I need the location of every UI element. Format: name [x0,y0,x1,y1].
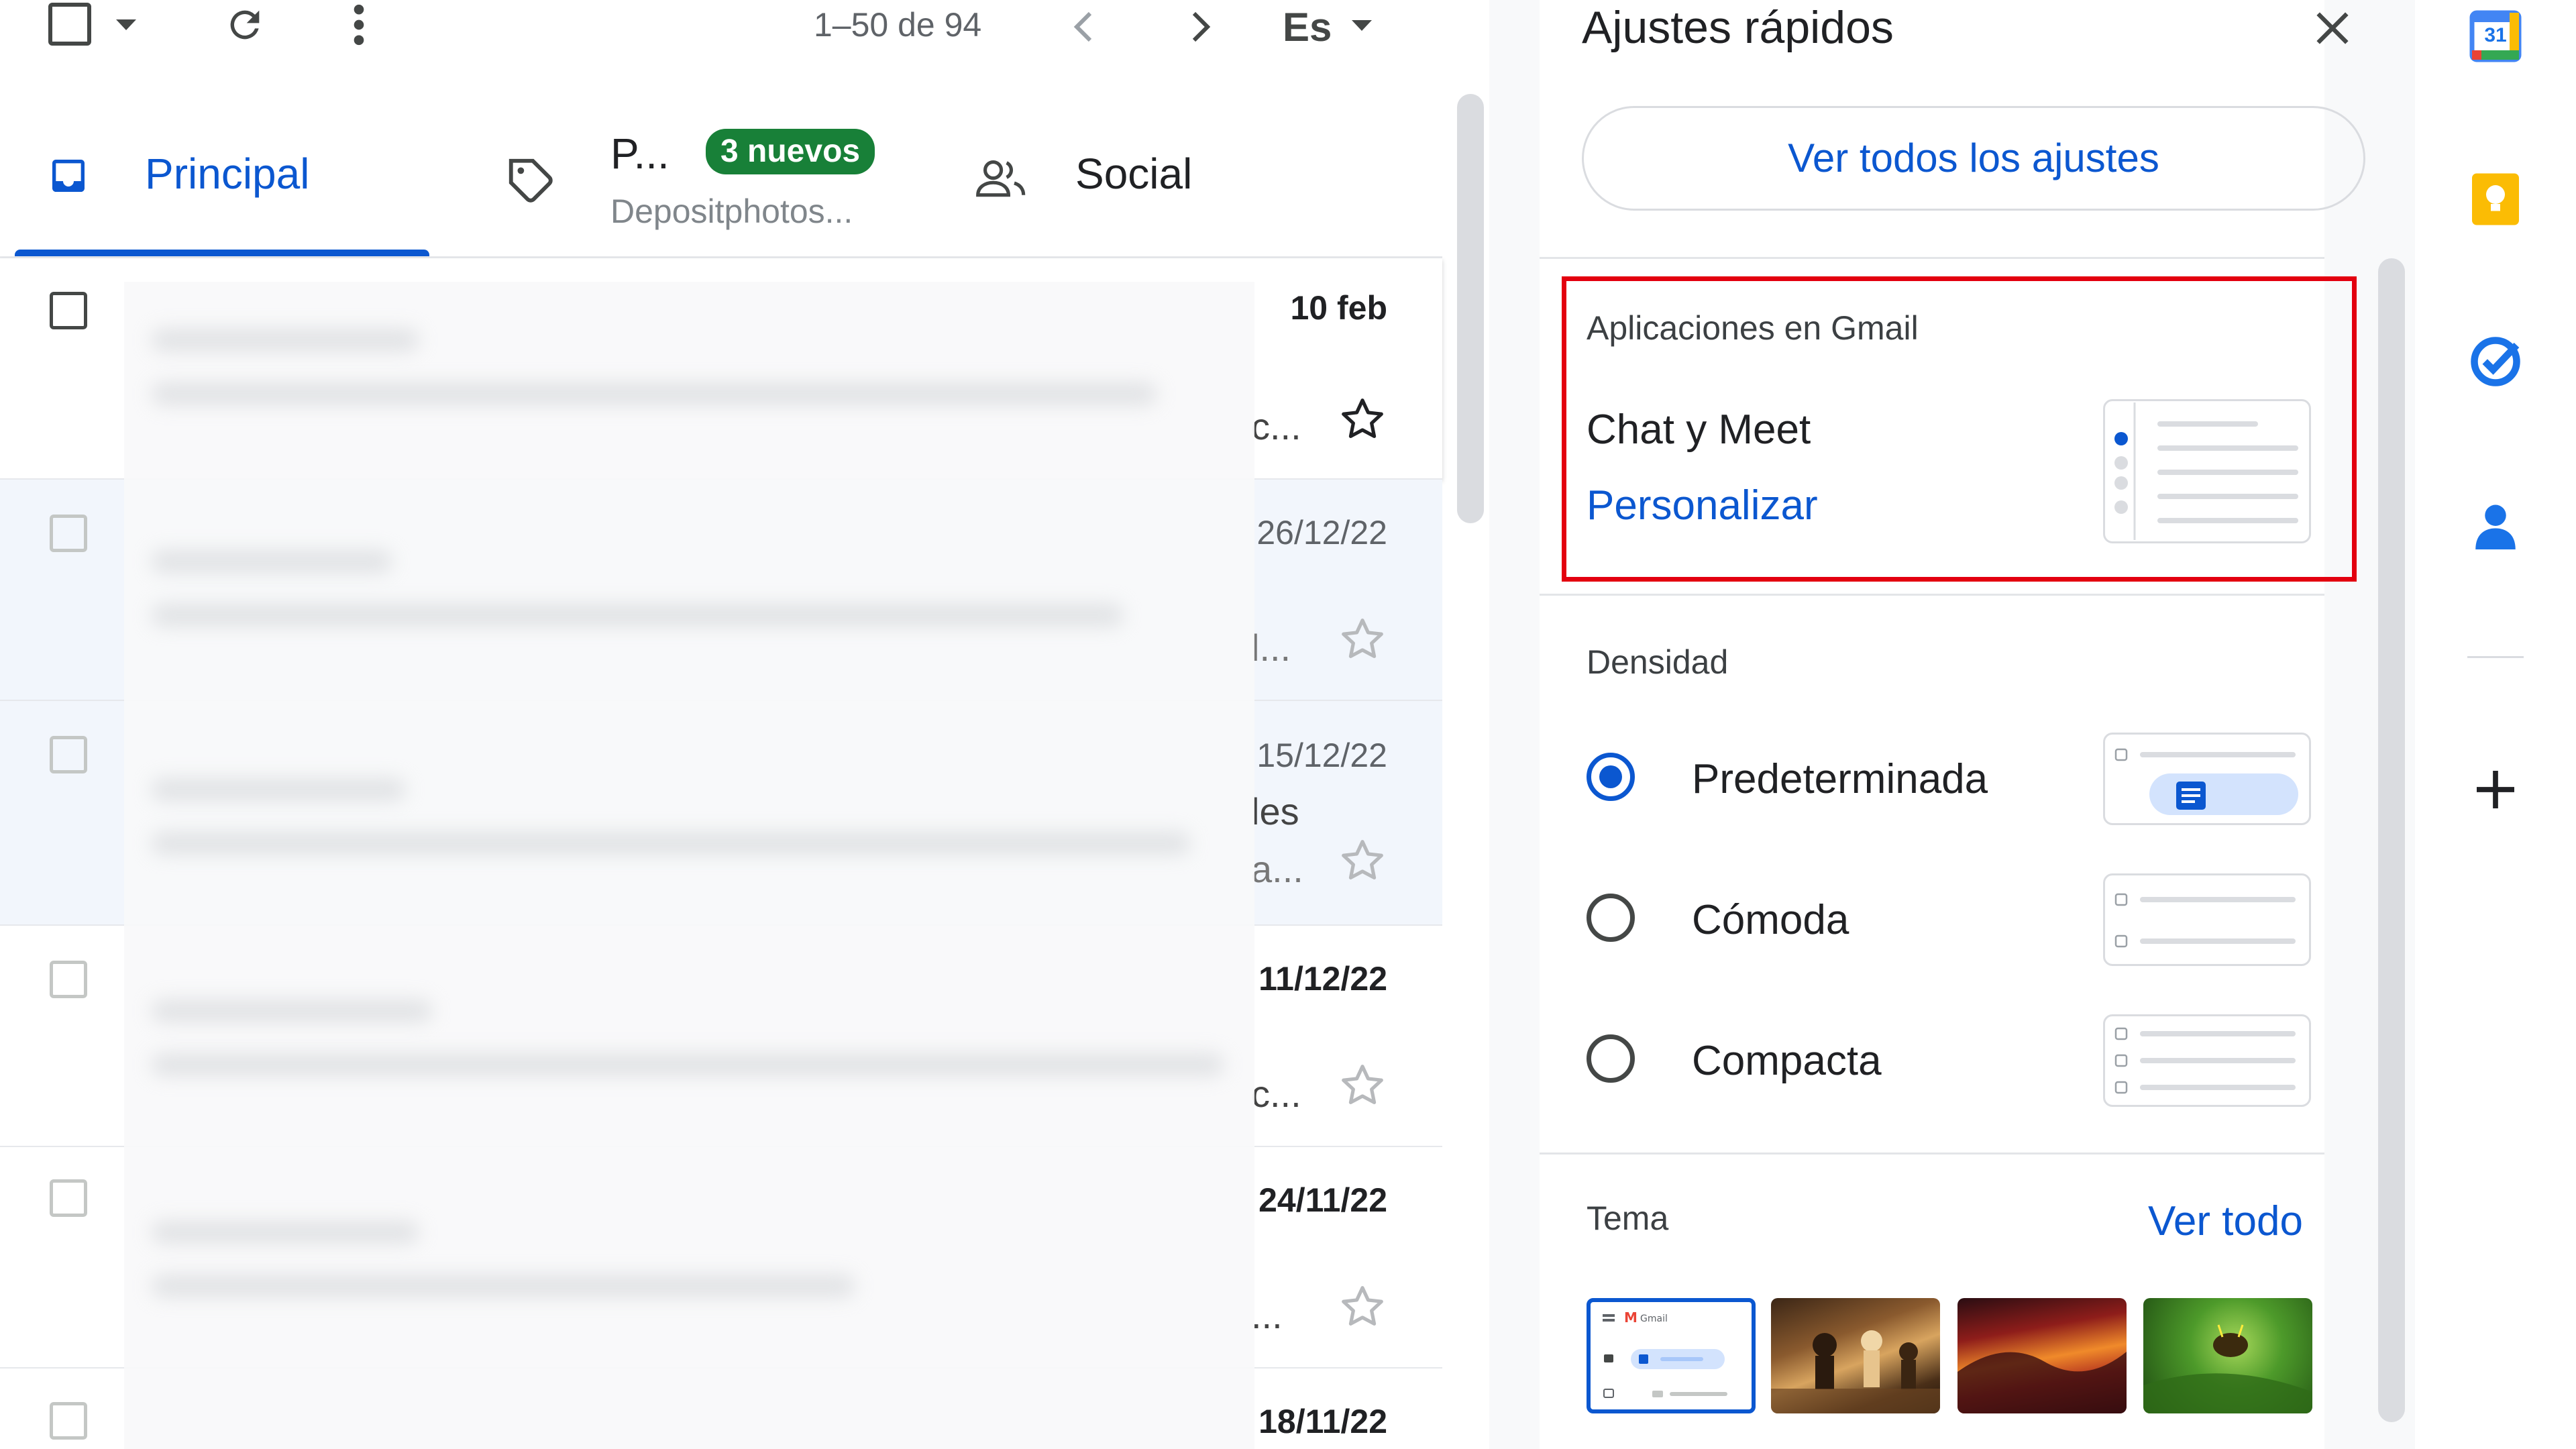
new-count-badge: 3 nuevos [706,129,875,174]
close-icon[interactable] [2311,7,2358,54]
row-snippet: les [1251,790,1299,833]
theme-default-tile[interactable]: M Gmail [1587,1298,1756,1413]
calendar-day-number: 31 [2484,24,2507,46]
row-checkbox[interactable] [50,961,87,998]
see-all-settings-button[interactable]: Ver todos los ajustes [1582,106,2365,211]
star-icon[interactable] [1336,1281,1389,1334]
theme-default-tile-text: Gmail [1640,1313,1668,1324]
see-all-themes-link[interactable]: Ver todo [2148,1197,2303,1245]
pagination-text: 1–50 de 94 [814,6,982,44]
row-date: 15/12/22 [1256,737,1387,774]
language-selector[interactable]: Es [1283,4,1332,50]
select-dropdown-icon[interactable] [113,15,140,35]
density-preview-compact [2103,1014,2311,1107]
prev-page-icon[interactable] [1067,7,1100,47]
density-label-default: Predeterminada [1692,756,1988,802]
tasks-icon[interactable] [2467,333,2524,390]
row-snippet: c... [1251,1073,1301,1115]
density-radio-compact[interactable] [1587,1034,1635,1083]
density-label-comfortable: Cómoda [1692,897,1849,943]
rail-divider [2467,656,2524,658]
star-icon[interactable] [1336,1060,1389,1112]
density-radio-default[interactable] [1587,753,1635,801]
mail-scrollbar[interactable] [1457,94,1484,523]
theme-section-heading: Tema [1587,1199,1669,1237]
tab-social[interactable]: Social [966,101,1248,255]
quick-settings-scrollbar[interactable] [2378,258,2405,1422]
density-preview-default [2103,733,2311,825]
tag-icon [504,154,558,208]
row-date: 11/12/22 [1258,960,1387,998]
tab-promociones[interactable]: P... 3 nuevos Depositphotos... [470,101,939,255]
row-checkbox[interactable] [50,1179,87,1217]
quick-settings-panel: Ajustes rápidos Ver todos los ajustes Ap… [1489,0,2415,1449]
star-icon[interactable] [1336,394,1389,446]
section-divider [1540,1152,2324,1155]
density-section-heading: Densidad [1587,643,1729,681]
theme-leaf-tile[interactable] [2143,1298,2312,1413]
language-dropdown-icon[interactable] [1348,16,1375,35]
theme-canyon-tile[interactable] [1957,1298,2127,1413]
density-label-compact: Compacta [1692,1038,1882,1084]
density-radio-comfortable[interactable] [1587,894,1635,942]
svg-text:M: M [1624,1309,1638,1326]
tab-principal-label: Principal [145,150,310,198]
row-snippet: c... [1251,405,1301,447]
blurred-message-content [124,282,1254,1449]
row-snippet: ... [1251,1294,1283,1336]
mail-list-pane: 1–50 de 94 Es Principal P... 3 nuevos De… [0,0,1484,1449]
people-icon [974,156,1028,203]
row-checkbox[interactable] [50,292,87,329]
keep-icon[interactable] [2467,171,2524,227]
row-date: 10 feb [1290,289,1387,327]
select-all-checkbox[interactable] [48,3,91,46]
tab-promociones-label: P... [610,129,669,178]
row-date: 18/11/22 [1258,1403,1387,1440]
tab-promociones-sub: Depositphotos... [610,193,853,230]
tab-social-label: Social [1075,150,1193,198]
calendar-icon[interactable]: 31 [2467,8,2524,64]
density-preview-comfortable [2103,873,2311,966]
star-icon[interactable] [1336,835,1389,888]
row-snippet: l... [1251,627,1291,669]
quick-settings-title: Ajustes rápidos [1582,2,1894,53]
row-checkbox[interactable] [50,1402,87,1440]
refresh-icon[interactable] [221,1,268,48]
add-app-icon[interactable] [2467,761,2524,818]
row-checkbox[interactable] [50,515,87,552]
row-checkbox[interactable] [50,736,87,773]
row-snippet-line2: a... [1251,848,1303,890]
star-icon[interactable] [1336,614,1389,666]
theme-chess-tile[interactable] [1771,1298,1940,1413]
apps-highlight-box [1562,276,2357,582]
next-page-icon[interactable] [1184,7,1218,47]
row-date: 26/12/22 [1256,514,1387,551]
side-apps-rail: 31 [2415,0,2576,1449]
section-divider [1540,594,2324,596]
contacts-icon[interactable] [2467,498,2524,554]
section-divider [1540,257,2324,259]
tab-principal[interactable]: Principal [0,101,443,255]
row-date: 24/11/22 [1258,1181,1387,1219]
inbox-icon [47,154,90,197]
more-vert-icon[interactable] [345,1,372,48]
